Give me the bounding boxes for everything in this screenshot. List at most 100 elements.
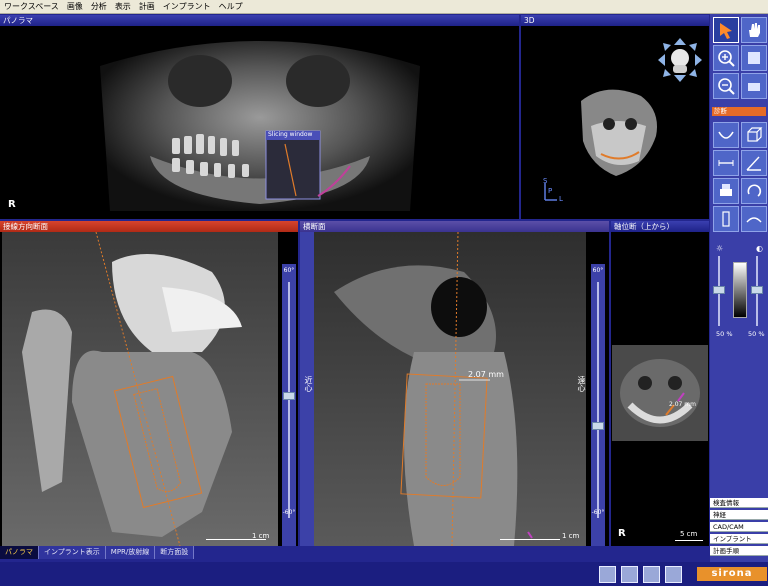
tangential-angle-slider[interactable] <box>282 264 296 546</box>
tab-mpr-radiology[interactable]: MPR/放射線 <box>105 546 156 559</box>
hand-icon <box>749 23 760 37</box>
view3d-panel[interactable]: 3D S P L <box>521 15 709 219</box>
panorama-title: パノラマ <box>0 15 519 26</box>
cross-angle-slider[interactable] <box>591 264 605 546</box>
layout-toggle-icon[interactable] <box>599 566 616 583</box>
cadcam-button[interactable]: CAD/CAM <box>710 522 768 532</box>
cross-section-panel[interactable]: 横断面 2.07 mm 近心 遠心 60° -60° 1 cm <box>300 221 609 546</box>
menu-bar: ワークスペース 画像 分析 表示 計画 インプラント ヘルプ <box>0 0 768 14</box>
brightness-percent: 50 % <box>716 330 733 338</box>
print-button[interactable] <box>713 178 739 204</box>
brightness-thumb[interactable] <box>713 286 725 294</box>
zoom-in-icon <box>718 50 735 67</box>
tangential-panel[interactable]: 接線方向断面 60° -60° 1 cm <box>0 221 298 546</box>
tangential-scale-label: 1 cm <box>252 532 270 540</box>
cross-section-image <box>314 232 586 546</box>
slicing-window-label: Slicing window <box>268 131 313 138</box>
cross-scale-bar <box>500 532 560 540</box>
orientation-cube-control[interactable] <box>657 37 703 83</box>
contrast-thumb[interactable] <box>751 286 763 294</box>
view3d-title: 3D <box>521 15 709 26</box>
contrast-percent: 50 % <box>748 330 765 338</box>
axis-p-label: P <box>548 187 553 195</box>
tangential-bottom-deg: -60° <box>282 509 296 516</box>
brand-logo: sirona <box>697 567 767 581</box>
cross-right-label: 遠心 <box>577 376 586 392</box>
brightness-slider[interactable] <box>712 256 726 326</box>
grayscale-gradient <box>733 262 747 318</box>
menu-image[interactable]: 画像 <box>63 0 87 14</box>
cross-scale-label: 1 cm <box>562 532 580 540</box>
menu-implant[interactable]: インプラント <box>159 0 215 14</box>
menu-view[interactable]: 表示 <box>111 0 135 14</box>
axis-s-label: S <box>543 177 548 185</box>
tangential-angle-thumb[interactable] <box>283 392 295 400</box>
implant-button[interactable]: インプラント <box>710 534 768 544</box>
diagnosis-section-header: 診断 <box>712 107 766 116</box>
reset-icon <box>748 83 760 91</box>
cross-section-title: 横断面 <box>300 221 609 232</box>
ruler-icon <box>718 160 734 166</box>
contrast-slider[interactable] <box>750 256 764 326</box>
slice-stack-button[interactable] <box>741 45 767 71</box>
cube-icon <box>747 127 763 142</box>
app-window: ワークスペース 画像 分析 表示 計画 インプラント ヘルプ パノラマ Slic… <box>0 0 768 586</box>
cross-measurement-label: 2.07 mm <box>468 370 504 379</box>
axial-scale-label: 5 cm <box>680 530 698 538</box>
view-tabs: パノラマ インプラント表示 MPR/放射線 断方面設 <box>0 546 710 559</box>
axis-l-label: L <box>559 195 563 203</box>
zoom-out-button[interactable] <box>713 73 739 99</box>
implant-library-button[interactable] <box>713 206 739 232</box>
measure-tool-icon[interactable] <box>643 566 660 583</box>
axial-title: 軸位断（上から） <box>611 221 709 232</box>
angle-icon <box>746 156 761 171</box>
pointer-arrow-icon <box>720 23 732 39</box>
stack-icon <box>748 52 760 64</box>
panorama-image <box>100 41 420 211</box>
nerve-tool-button[interactable] <box>741 206 767 232</box>
tab-implant-view[interactable]: インプラント表示 <box>39 546 106 559</box>
select-pointer-button[interactable] <box>713 17 739 43</box>
angle-tool-button[interactable] <box>741 150 767 176</box>
zoom-out-icon <box>718 78 735 95</box>
tab-panorama[interactable]: パノラマ <box>0 546 39 559</box>
implant-icon <box>722 211 730 227</box>
rotate-button[interactable] <box>741 178 767 204</box>
head-orientation-icon <box>658 38 702 82</box>
panorama-panel[interactable]: パノラマ Slicing window R <box>0 15 519 219</box>
nerve-icon <box>746 217 762 223</box>
pan-button[interactable] <box>741 17 767 43</box>
cross-bottom-deg: -60° <box>591 509 605 516</box>
distance-tool-button[interactable] <box>713 150 739 176</box>
menu-analysis[interactable]: 分析 <box>87 0 111 14</box>
curve-tool-button[interactable] <box>713 122 739 148</box>
menu-plan[interactable]: 計画 <box>135 0 159 14</box>
rotate-icon <box>747 184 762 197</box>
exam-info-button[interactable]: 検査情報 <box>710 498 768 508</box>
tangential-image <box>2 232 278 546</box>
annotate-icon[interactable] <box>621 566 638 583</box>
axial-panel[interactable]: 軸位断（上から） 2.07 mm R 5 cm <box>611 221 709 546</box>
plan-steps-button[interactable]: 計画手順 <box>710 546 768 556</box>
axial-orientation-label: R <box>618 528 626 539</box>
tab-section-setting[interactable]: 断方面設 <box>155 546 195 559</box>
panorama-orientation-label: R <box>8 199 16 210</box>
menu-workspace[interactable]: ワークスペース <box>0 0 63 14</box>
implant-tool-icon[interactable] <box>665 566 682 583</box>
nerve-button[interactable]: 神経 <box>710 510 768 520</box>
zoom-in-button[interactable] <box>713 45 739 71</box>
cross-angle-thumb[interactable] <box>592 422 604 430</box>
reset-view-button[interactable] <box>741 73 767 99</box>
curve-icon <box>718 131 734 139</box>
printer-icon <box>720 184 732 196</box>
contrast-icon: ◐ <box>756 244 763 253</box>
tangential-title: 接線方向断面 <box>0 221 298 232</box>
axial-measurement-label: 2.07 mm <box>669 401 696 408</box>
tangential-top-deg: 60° <box>283 267 295 274</box>
volume-tool-button[interactable] <box>741 122 767 148</box>
menu-help[interactable]: ヘルプ <box>215 0 247 14</box>
cross-left-label: 近心 <box>304 376 313 392</box>
axial-image <box>612 345 708 441</box>
brightness-icon: ☼ <box>716 244 724 253</box>
cross-top-deg: 60° <box>592 267 604 274</box>
